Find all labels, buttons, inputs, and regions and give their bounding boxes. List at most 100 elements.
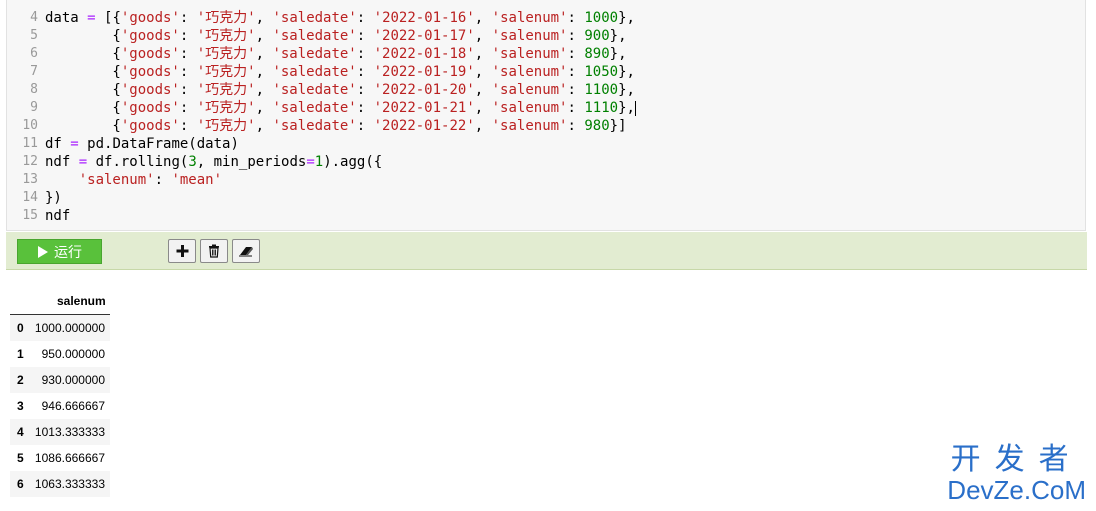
- clear-output-button[interactable]: [232, 239, 260, 263]
- code-token: 3: [188, 154, 197, 170]
- code-token: 1050: [584, 64, 619, 80]
- line-number: 14: [22, 190, 38, 205]
- code-token: 'goods': [120, 82, 180, 98]
- code-token: '巧克力': [196, 28, 256, 44]
- code-token: ,: [474, 46, 492, 62]
- code-token: :: [356, 28, 374, 44]
- code-token: 'mean': [171, 172, 223, 188]
- line-number-gutter: 4 5 6 7 8 9 10 11 12 13 14 15: [7, 0, 41, 230]
- line-number: 15: [22, 208, 38, 223]
- code-token: '巧克力': [196, 118, 256, 134]
- code-token: ,: [474, 28, 492, 44]
- code-token: 900: [584, 28, 610, 44]
- play-icon: [38, 246, 48, 258]
- code-token: :: [356, 82, 374, 98]
- code-token: 'saledate': [272, 64, 357, 80]
- watermark-line2: DevZe.CoM: [947, 475, 1086, 505]
- code-token: ,: [474, 10, 492, 26]
- code-token: ,: [255, 28, 273, 44]
- code-token: },: [618, 82, 635, 98]
- code-token: :: [567, 64, 585, 80]
- code-line[interactable]: {'goods': '巧克力', 'saledate': '2022-01-21…: [45, 99, 636, 117]
- code-token: :: [356, 46, 374, 62]
- run-button[interactable]: 运行: [17, 239, 102, 264]
- code-token: 'saledate': [272, 28, 357, 44]
- code-token: {: [45, 46, 121, 62]
- code-token: 'goods': [120, 64, 180, 80]
- code-token: 1100: [584, 82, 619, 98]
- table-row: 4 1013.333333: [10, 419, 110, 445]
- row-value: 1086.666667: [34, 451, 105, 465]
- code-token: '2022-01-19': [373, 64, 475, 80]
- code-token: '2022-01-17': [373, 28, 475, 44]
- code-token: :: [567, 28, 585, 44]
- row-value: 1063.333333: [34, 477, 105, 491]
- add-cell-button[interactable]: [168, 239, 196, 263]
- code-token: :: [567, 100, 585, 116]
- code-line[interactable]: 'salenum': 'mean': [45, 171, 222, 189]
- code-token: '2022-01-16': [373, 10, 475, 26]
- row-value: 1000.000000: [34, 321, 105, 335]
- code-token: {: [45, 28, 121, 44]
- code-line[interactable]: data = [{'goods': '巧克力', 'saledate': '20…: [45, 9, 635, 27]
- code-token: ,: [255, 82, 273, 98]
- code-token: 'salenum': [491, 118, 568, 134]
- code-token: :: [567, 46, 585, 62]
- code-token: :: [567, 118, 585, 134]
- code-token: ndf: [45, 154, 79, 170]
- line-number: 12: [22, 154, 38, 169]
- line-number: 7: [30, 64, 38, 79]
- code-token: :: [356, 10, 374, 26]
- code-token: :: [179, 118, 197, 134]
- row-value: 930.000000: [41, 373, 105, 387]
- row-index: 5: [17, 451, 24, 465]
- delete-cell-button[interactable]: [200, 239, 228, 263]
- code-token: =: [78, 154, 88, 170]
- code-token: '巧克力': [196, 10, 256, 26]
- code-token: 'saledate': [272, 46, 357, 62]
- code-token: :: [179, 64, 197, 80]
- code-token: ).agg({: [323, 154, 383, 170]
- code-token: },: [609, 28, 627, 44]
- code-token: ,: [255, 46, 273, 62]
- code-token: 'salenum': [491, 28, 568, 44]
- row-index: 2: [17, 373, 24, 387]
- code-token: ,: [474, 118, 492, 134]
- code-line[interactable]: ndf = df.rolling(3, min_periods=1).agg({: [45, 153, 382, 171]
- table-row: 1 950.000000: [10, 341, 110, 367]
- code-token: :: [356, 100, 374, 116]
- code-line[interactable]: {'goods': '巧克力', 'saledate': '2022-01-17…: [45, 27, 627, 45]
- row-value: 950.000000: [41, 347, 105, 361]
- code-token: =: [306, 154, 315, 170]
- code-line[interactable]: }): [45, 189, 62, 207]
- code-line[interactable]: {'goods': '巧克力', 'saledate': '2022-01-19…: [45, 63, 635, 81]
- code-token: 'saledate': [272, 100, 357, 116]
- code-token: 1000: [584, 10, 619, 26]
- code-line[interactable]: {'goods': '巧克力', 'saledate': '2022-01-20…: [45, 81, 635, 99]
- code-token: {: [45, 64, 121, 80]
- code-token: :: [179, 100, 197, 116]
- code-token: 1: [314, 154, 324, 170]
- code-token: :: [179, 82, 197, 98]
- line-number: 10: [22, 118, 38, 133]
- code-line[interactable]: ndf: [45, 207, 70, 225]
- code-line[interactable]: {'goods': '巧克力', 'saledate': '2022-01-18…: [45, 45, 626, 63]
- code-token: 'goods': [120, 100, 180, 116]
- code-token: 'saledate': [272, 82, 357, 98]
- row-index: 1: [17, 347, 24, 361]
- code-editor[interactable]: 4 5 6 7 8 9 10 11 12 13 14 15 data = [{'goods': '巧克…: [6, 0, 1086, 231]
- table-row: 6 1063.333333: [10, 471, 110, 497]
- code-token: },: [618, 10, 635, 26]
- code-line[interactable]: {'goods': '巧克力', 'saledate': '2022-01-22…: [45, 117, 626, 135]
- code-token: },: [618, 64, 635, 80]
- code-token: :: [179, 10, 197, 26]
- watermark-line1: 开发者: [950, 443, 1083, 476]
- row-index: 3: [17, 399, 24, 413]
- code-token: 'saledate': [272, 118, 357, 134]
- code-token: ,: [255, 118, 273, 134]
- code-token: 'salenum': [491, 10, 568, 26]
- code-token: 980: [584, 118, 610, 134]
- trash-icon: [209, 244, 219, 258]
- code-line[interactable]: df = pd.DataFrame(data): [45, 135, 239, 153]
- row-value: 1013.333333: [34, 425, 105, 439]
